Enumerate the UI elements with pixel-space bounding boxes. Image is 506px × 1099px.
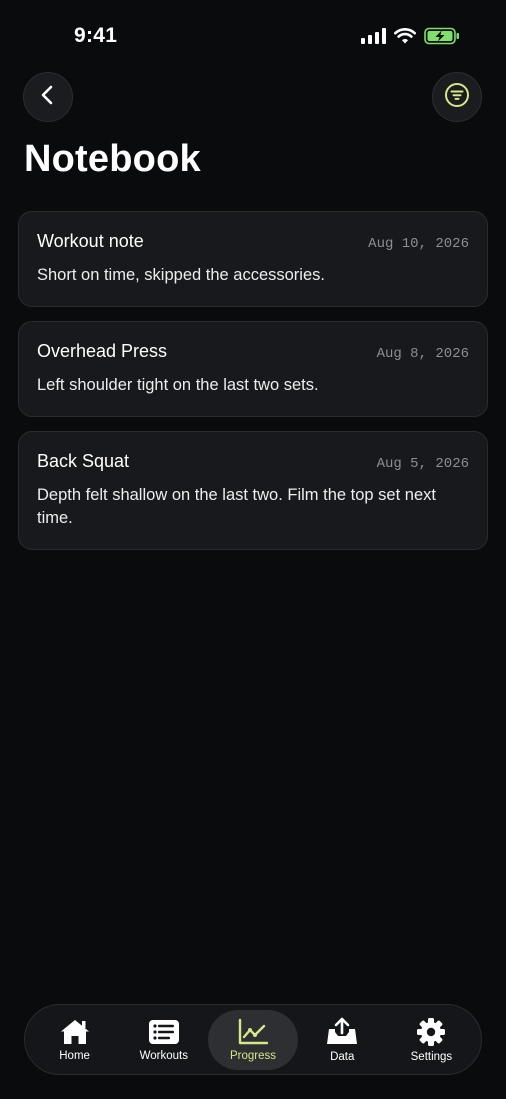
list-icon (148, 1018, 180, 1046)
tab-progress[interactable]: Progress (208, 1009, 298, 1070)
note-card[interactable]: Workout note Aug 10, 2026 Short on time,… (18, 211, 488, 307)
tab-data-label: Data (330, 1050, 355, 1063)
note-header: Overhead Press Aug 8, 2026 (37, 341, 469, 362)
battery-charging-icon (424, 27, 460, 45)
tab-home[interactable]: Home (30, 1010, 119, 1070)
tab-data[interactable]: Data (298, 1010, 387, 1070)
note-header: Back Squat Aug 5, 2026 (37, 451, 469, 472)
note-date: Aug 5, 2026 (376, 456, 469, 472)
note-date: Aug 8, 2026 (376, 346, 469, 362)
status-bar: 9:41 (0, 0, 506, 72)
wifi-icon (394, 28, 416, 44)
gear-icon (416, 1017, 446, 1047)
note-title: Back Squat (37, 451, 130, 471)
note-body: Depth felt shallow on the last two. Film… (37, 486, 436, 527)
tab-workouts-label: Workouts (139, 1049, 188, 1062)
note-header: Workout note Aug 10, 2026 (37, 231, 469, 252)
status-icons (361, 27, 460, 45)
note-card[interactable]: Back Squat Aug 5, 2026 Depth felt shallo… (18, 431, 488, 550)
note-body: Short on time, skipped the accessories. (37, 266, 325, 284)
note-date: Aug 10, 2026 (368, 236, 469, 252)
cellular-signal-icon (361, 28, 386, 44)
status-time: 9:41 (74, 24, 118, 47)
filter-lines-icon (444, 82, 470, 113)
tab-progress-label: Progress (229, 1049, 277, 1062)
tab-home-label: Home (59, 1049, 90, 1062)
notebook-screen: 9:41 Notebook Workout note Aug 10, 2026 … (0, 0, 506, 1099)
tab-settings-label: Settings (410, 1050, 453, 1063)
page-title: Notebook (24, 138, 201, 180)
chart-line-icon (237, 1018, 269, 1046)
note-title: Overhead Press (37, 341, 168, 361)
home-icon (59, 1018, 91, 1046)
note-card[interactable]: Overhead Press Aug 8, 2026 Left shoulder… (18, 321, 488, 417)
back-button[interactable] (23, 72, 73, 122)
note-body: Left shoulder tight on the last two sets… (37, 376, 319, 394)
tab-workouts[interactable]: Workouts (119, 1010, 208, 1070)
upload-tray-icon (325, 1017, 359, 1047)
notes-list: Workout note Aug 10, 2026 Short on time,… (18, 211, 488, 550)
tab-settings[interactable]: Settings (387, 1010, 476, 1070)
filter-button[interactable] (432, 72, 482, 122)
chevron-left-icon (37, 84, 59, 111)
note-title: Workout note (37, 231, 144, 251)
tab-bar: Home Workouts Progress Data Settings (24, 1004, 482, 1075)
